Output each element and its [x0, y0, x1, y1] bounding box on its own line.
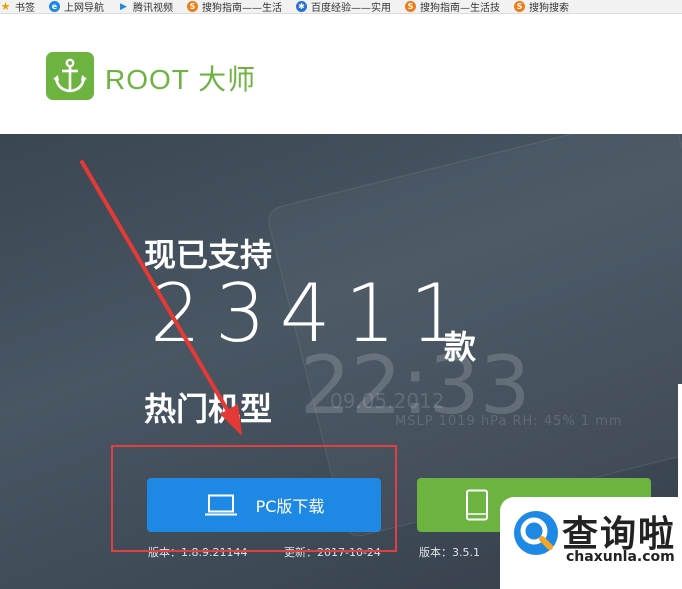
bookmark-label: 搜狗指南—生活技	[420, 3, 500, 14]
watermark: 查询啦 chaxunla.com	[500, 497, 682, 589]
bookmark-label: 搜狗搜索	[529, 3, 569, 14]
bookmark-item-sogou-search[interactable]: S 搜狗搜索	[514, 0, 569, 14]
mobile-version-text: 版本：3.5.1	[419, 546, 480, 559]
bookmark-label: 搜狗指南——生活	[202, 3, 282, 14]
hero-line-2: 热门机型	[144, 390, 273, 428]
supported-model-count: 23411	[150, 267, 475, 360]
sogou-icon: S	[405, 1, 416, 12]
brand-name[interactable]: ROOT 大师	[105, 58, 256, 98]
background-date: 09.05.2012	[330, 389, 445, 413]
annotation-highlight-box	[111, 445, 397, 552]
background-stat: MSLP 1019 hPa RH: 45% 1 mm	[395, 414, 623, 429]
baidu-paw-icon: ✱	[296, 1, 307, 12]
search-magnifier-icon	[514, 511, 558, 555]
sogou-icon: S	[187, 1, 198, 12]
bookmark-item-tencent-video[interactable]: ▶ 腾讯视频	[118, 0, 173, 14]
bookmark-item-baidu-jingyan[interactable]: ✱ 百度经验——实用	[296, 0, 391, 14]
watermark-domain: chaxunla.com	[566, 549, 675, 565]
bookmarks-bar: ★ 书签 e 上网导航 ▶ 腾讯视频 S 搜狗指南——生活 ✱ 百度经验——实用…	[0, 0, 682, 14]
phone-icon	[465, 489, 489, 521]
sogou-icon: S	[514, 1, 525, 12]
bookmark-label: 腾讯视频	[133, 3, 173, 14]
bookmark-item-sogou-guide-2[interactable]: S 搜狗指南—生活技	[405, 0, 500, 14]
count-unit: 款	[444, 328, 477, 366]
ie-icon: e	[49, 1, 60, 12]
bookmark-label: 百度经验——实用	[311, 3, 391, 14]
star-icon: ★	[0, 0, 11, 13]
bookmark-item-bookmarks[interactable]: ★ 书签	[0, 0, 35, 14]
bookmark-label: 书签	[15, 3, 35, 14]
anchor-icon[interactable]	[46, 52, 94, 100]
bookmark-label: 上网导航	[64, 3, 104, 14]
site-header: ROOT 大师	[0, 14, 682, 134]
play-icon: ▶	[120, 1, 127, 12]
bookmark-item-nav[interactable]: e 上网导航	[49, 0, 104, 14]
bookmark-item-sogou-guide[interactable]: S 搜狗指南——生活	[187, 0, 282, 14]
